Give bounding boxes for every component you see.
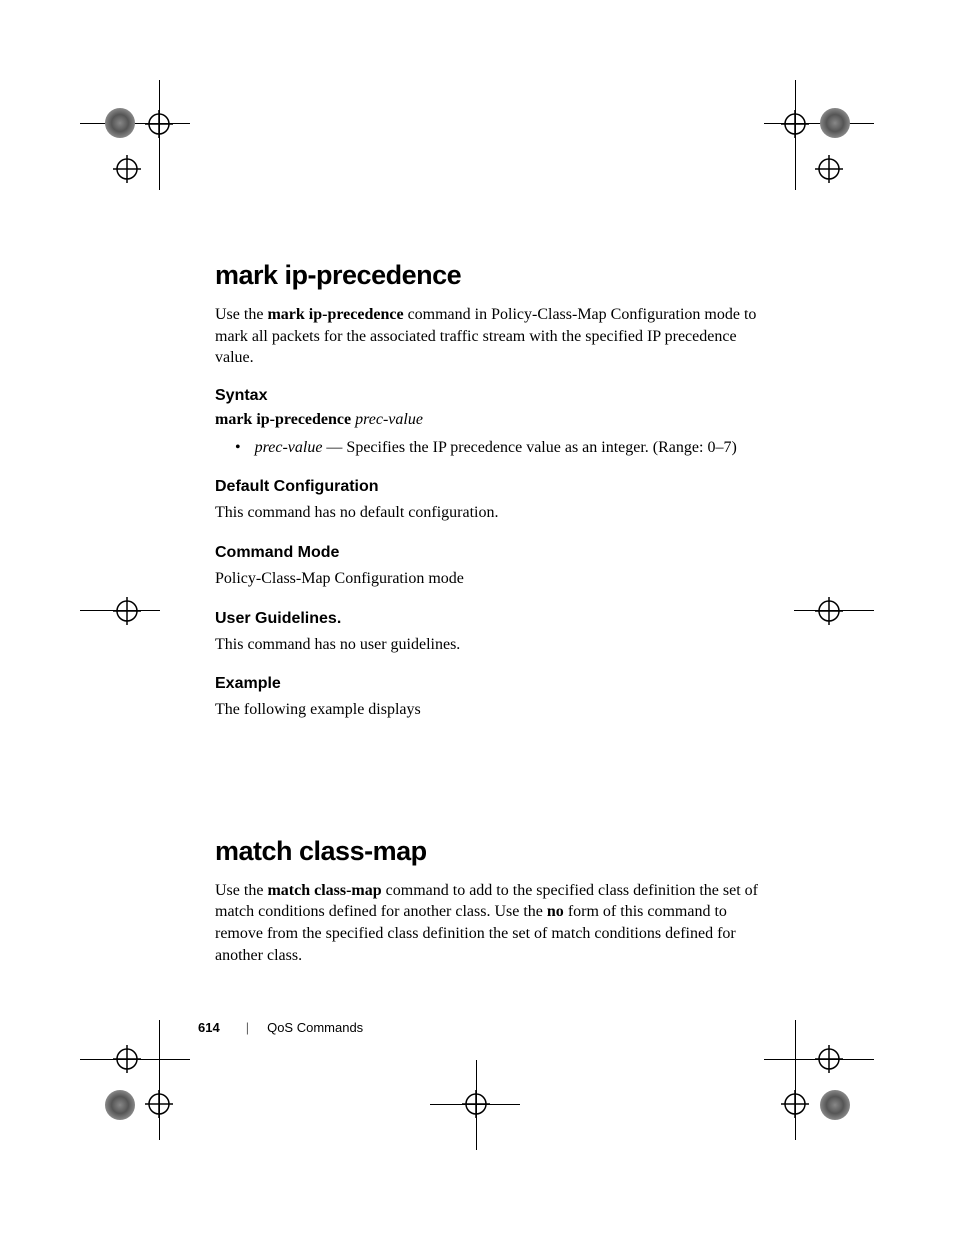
- heading-mark-ip-precedence: mark ip-precedence: [215, 260, 775, 291]
- syntax-section: Syntax mark ip-precedence prec-value • p…: [215, 387, 775, 459]
- registration-mark-icon: [113, 597, 141, 625]
- syntax-bullet: • prec-value — Specifies the IP preceden…: [235, 437, 775, 459]
- registration-mark-icon: [462, 1090, 490, 1118]
- crop-line: [795, 1020, 796, 1140]
- registration-mark-icon: [781, 110, 809, 138]
- heading-match-class-map: match class-map: [215, 836, 775, 867]
- intro-text-pre: Use the: [215, 306, 267, 323]
- intro-bold-cmd: mark ip-precedence: [267, 306, 403, 323]
- registration-mark-icon: [113, 155, 141, 183]
- registration-mark-icon: [815, 597, 843, 625]
- footer-title: QoS Commands: [267, 1020, 363, 1035]
- intro-paragraph-2: Use the match class-map command to add t…: [215, 880, 775, 966]
- example-heading: Example: [215, 675, 775, 693]
- user-guidelines-text: This command has no user guidelines.: [215, 634, 775, 656]
- syntax-heading: Syntax: [215, 387, 775, 405]
- syntax-cmd-italic: prec-value: [355, 411, 423, 428]
- command-mode-text: Policy-Class-Map Configuration mode: [215, 568, 775, 590]
- default-config-heading: Default Configuration: [215, 478, 775, 496]
- corner-pattern-icon: [820, 108, 850, 138]
- command-mode-heading: Command Mode: [215, 544, 775, 562]
- crop-line: [80, 123, 190, 124]
- bullet-italic: prec-value: [255, 439, 323, 456]
- corner-pattern-icon: [105, 1090, 135, 1120]
- corner-pattern-icon: [820, 1090, 850, 1120]
- registration-mark-icon: [145, 110, 173, 138]
- corner-pattern-icon: [105, 108, 135, 138]
- syntax-command-line: mark ip-precedence prec-value: [215, 411, 775, 429]
- registration-mark-icon: [815, 1045, 843, 1073]
- crop-line: [159, 1020, 160, 1140]
- page-number: 614: [198, 1020, 220, 1035]
- syntax-cmd-bold: mark ip-precedence: [215, 411, 355, 428]
- user-guidelines-section: User Guidelines. This command has no use…: [215, 610, 775, 656]
- default-config-section: Default Configuration This command has n…: [215, 478, 775, 524]
- command-mode-section: Command Mode Policy-Class-Map Configurat…: [215, 544, 775, 590]
- page-footer: 614 | QoS Commands: [198, 1020, 363, 1035]
- bullet-rest: — Specifies the IP precedence value as a…: [322, 439, 736, 456]
- example-section: Example The following example displays: [215, 675, 775, 721]
- intro2-bold1: match class-map: [267, 882, 381, 899]
- registration-mark-icon: [815, 155, 843, 183]
- intro2-bold2: no: [547, 903, 564, 920]
- example-text: The following example displays: [215, 699, 775, 721]
- default-config-text: This command has no default configuratio…: [215, 502, 775, 524]
- registration-mark-icon: [113, 1045, 141, 1073]
- page-content: mark ip-precedence Use the mark ip-prece…: [215, 260, 775, 984]
- bullet-text: prec-value — Specifies the IP precedence…: [255, 437, 737, 459]
- registration-mark-icon: [145, 1090, 173, 1118]
- registration-mark-icon: [781, 1090, 809, 1118]
- user-guidelines-heading: User Guidelines.: [215, 610, 775, 628]
- footer-separator: |: [246, 1020, 249, 1035]
- intro-paragraph-1: Use the mark ip-precedence command in Po…: [215, 304, 775, 369]
- intro2-pre: Use the: [215, 882, 267, 899]
- section-match-class-map: match class-map Use the match class-map …: [215, 836, 775, 966]
- bullet-icon: •: [235, 437, 241, 459]
